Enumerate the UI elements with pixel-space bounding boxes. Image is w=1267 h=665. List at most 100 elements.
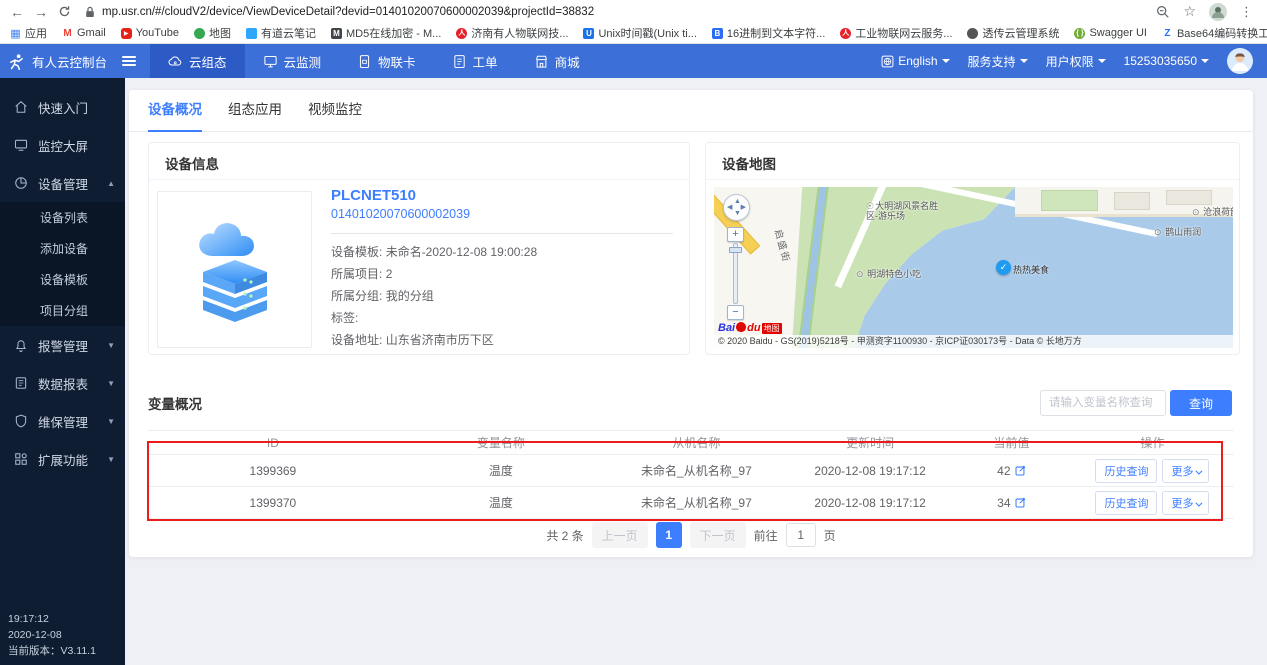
variable-search-input[interactable] (1040, 390, 1166, 416)
device-submenu: 设备列表 添加设备 设备模板 项目分组 (0, 202, 125, 326)
brand-name: 有人云控制台 (32, 52, 107, 71)
bookmark-star-icon[interactable]: ☆ (1183, 3, 1196, 20)
next-page-button[interactable]: 下一页 (690, 522, 746, 548)
zoom-slider-knob[interactable] (729, 247, 742, 253)
sidebar-item-extensions[interactable]: 扩展功能 ▼ (0, 440, 125, 478)
map-pin-icon (194, 28, 205, 39)
poi-label: ☉大明湖风景名胜区-游乐场 (866, 201, 940, 221)
bookmark-maps[interactable]: 地图 (194, 25, 231, 41)
current-date: 2020-12-08 (8, 627, 96, 643)
store-icon (534, 54, 549, 69)
user-avatar[interactable] (1227, 48, 1253, 74)
zoom-in-button[interactable]: + (727, 227, 744, 242)
device-map-title: 设备地图 (722, 153, 776, 173)
sidebar-item-quick-start[interactable]: 快速入门 (0, 88, 125, 126)
browser-profile-avatar[interactable] (1209, 3, 1227, 21)
chevron-down-icon (1196, 499, 1203, 506)
chevron-down-icon: ▼ (107, 379, 115, 388)
sidebar-item-monitor-screen[interactable]: 监控大屏 (0, 126, 125, 164)
more-button[interactable]: 更多 (1162, 459, 1209, 483)
bookmark-gmail[interactable]: MGmail (62, 27, 106, 39)
device-info-title: 设备信息 (165, 153, 219, 173)
browser-menu-icon[interactable]: ⋮ (1240, 4, 1253, 20)
big-screen-icon (14, 138, 28, 152)
query-button[interactable]: 查询 (1170, 390, 1232, 416)
globe-icon (967, 28, 978, 39)
history-query-button[interactable]: 历史查询 (1095, 459, 1157, 483)
gmail-icon: M (62, 28, 73, 39)
device-id-link[interactable]: 01401020070600002039 (331, 207, 470, 221)
cloud-icon (168, 54, 183, 69)
bookmark-youdao[interactable]: 有道云笔记 (246, 25, 316, 41)
language-selector[interactable]: English (881, 54, 949, 68)
grid-icon (14, 452, 28, 466)
nav-item-work-order[interactable]: 工单 (434, 44, 516, 78)
sidebar-item-add-device[interactable]: 添加设备 (0, 233, 125, 264)
chevron-down-icon (1201, 59, 1209, 63)
sidebar-item-data-report[interactable]: 数据报表 ▼ (0, 364, 125, 402)
sidebar-item-alarm-management[interactable]: 报警管理 ▼ (0, 326, 125, 364)
device-field-tag: 标签: (331, 309, 358, 326)
md5-icon: M (331, 28, 342, 39)
youtube-icon: ▶ (121, 28, 132, 39)
sidebar-item-project-group[interactable]: 项目分组 (0, 295, 125, 326)
nav-item-mall[interactable]: 商城 (516, 44, 598, 78)
tab-device-overview[interactable]: 设备概况 (148, 90, 202, 132)
brand[interactable]: 有人云控制台 (0, 52, 118, 71)
zoom-out-button[interactable]: − (727, 305, 744, 320)
apps-grid-icon: ▦ (10, 28, 21, 39)
more-button[interactable]: 更多 (1162, 491, 1209, 515)
current-page-button[interactable]: 1 (656, 522, 682, 548)
tab-video-monitor[interactable]: 视频监控 (308, 90, 362, 132)
bookmark-base64[interactable]: ZBase64编码转换工... (1162, 25, 1267, 41)
history-query-button[interactable]: 历史查询 (1095, 491, 1157, 515)
edit-value-icon[interactable] (1015, 465, 1026, 476)
permission-menu[interactable]: 用户权限 (1046, 53, 1106, 70)
forward-icon[interactable]: → (34, 5, 48, 19)
map-pan-control[interactable]: ▲ ▼ ◀ ▶ (723, 194, 750, 221)
account-menu[interactable]: 15253035650 (1124, 54, 1209, 68)
support-menu[interactable]: 服务支持 (968, 53, 1028, 70)
sidebar-item-device-management[interactable]: 设备管理 ▲ (0, 164, 125, 202)
bookmark-unix-time[interactable]: UUnix时间戳(Unix ti... (583, 25, 696, 41)
map-marker-icon[interactable]: ✓ (996, 260, 1011, 275)
variables-title: 变量概况 (148, 393, 202, 413)
hex-icon: B (712, 28, 723, 39)
bookmark-apps[interactable]: ▦应用 (10, 25, 47, 41)
nav-item-cloud-monitor[interactable]: 云监测 (245, 44, 340, 78)
device-name-link[interactable]: PLCNET510 (331, 187, 416, 204)
zoom-out-icon[interactable] (1156, 5, 1170, 19)
bookmark-swagger[interactable]: { }Swagger UI (1074, 27, 1146, 39)
col-variable-name: 变量名称 (398, 434, 604, 451)
nav-item-cloud-scada[interactable]: 云组态 (150, 44, 245, 78)
collapse-menu-icon[interactable] (122, 54, 136, 68)
sidebar-item-maintenance[interactable]: 维保管理 ▼ (0, 402, 125, 440)
goto-suffix: 页 (824, 527, 836, 544)
bookmark-iiot-cloud[interactable]: 人工业物联网云服务... (840, 25, 952, 41)
sidebar-footer: 19:17:12 2020-12-08 当前版本：V3.11.1 (8, 611, 96, 659)
home-icon (14, 100, 28, 114)
edit-value-icon[interactable] (1015, 497, 1026, 508)
poi-label: ⊙ 明湖特色小吃 (856, 267, 921, 280)
bookmark-md5[interactable]: MMD5在线加密 - M... (331, 25, 441, 41)
prev-page-button[interactable]: 上一页 (592, 522, 648, 548)
sidebar: 快速入门 监控大屏 设备管理 ▲ 设备列表 添加设备 设备模板 项目分组 报警管… (0, 78, 125, 665)
bookmark-hex-text[interactable]: B16进制到文本字符... (712, 25, 825, 41)
bookmark-passthrough-cloud[interactable]: 透传云管理系统 (967, 25, 1059, 41)
sidebar-item-device-list[interactable]: 设备列表 (0, 202, 125, 233)
back-icon[interactable]: ← (10, 5, 24, 19)
chevron-up-icon: ▲ (107, 179, 115, 188)
device-map-panel: 设备地图 ☉大明湖风景名胜区-游乐场 ⊙ 明湖特色小吃 ⊙ 沧浪荷韵 ⊙ 鹊山雨… (705, 142, 1240, 355)
bookmark-usr-tech[interactable]: 人济南有人物联网技... (456, 25, 568, 41)
device-field-project: 所属项目: 2 (331, 265, 392, 282)
tab-scada-app[interactable]: 组态应用 (228, 90, 282, 132)
goto-page-input[interactable] (786, 523, 816, 547)
reload-icon[interactable] (58, 5, 71, 18)
nav-item-iot-card[interactable]: 物联卡 (339, 44, 434, 78)
address-bar[interactable]: mp.usr.cn/#/cloudV2/device/ViewDeviceDet… (85, 2, 1156, 22)
baidu-map[interactable]: ☉大明湖风景名胜区-游乐场 ⊙ 明湖特色小吃 ⊙ 沧浪荷韵 ⊙ 鹊山雨润 ✓ 热… (714, 187, 1233, 348)
bell-icon (14, 338, 28, 352)
sidebar-item-device-template[interactable]: 设备模板 (0, 264, 125, 295)
note-icon (246, 28, 257, 39)
bookmark-youtube[interactable]: ▶YouTube (121, 27, 179, 39)
